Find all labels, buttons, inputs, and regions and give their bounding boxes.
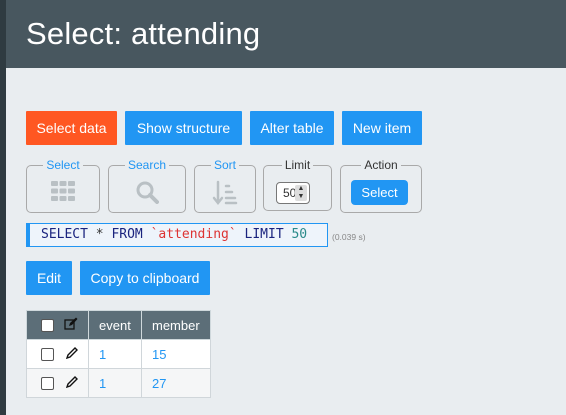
sql-text: * [87, 227, 112, 242]
edit-button[interactable]: Edit [26, 261, 72, 295]
select-columns-fieldset[interactable]: Select [26, 158, 100, 213]
action-legend: Action [361, 158, 401, 172]
limit-input[interactable]: 50 ▲ ▼ [276, 182, 310, 204]
sql-keyword: FROM [111, 227, 143, 242]
header-checkbox-cell [26, 310, 89, 340]
new-item-button[interactable]: New item [342, 111, 422, 145]
sql-number: 50 [291, 227, 308, 242]
select-all-checkbox[interactable] [41, 318, 54, 332]
edit-pencil-icon[interactable] [65, 376, 78, 391]
page-title: Select: attending [26, 16, 261, 51]
action-fieldset: Action Select [340, 158, 422, 213]
table-row: 1 27 [26, 368, 211, 398]
sql-keyword: LIMIT [244, 227, 284, 242]
cell-event[interactable]: 1 [88, 368, 142, 398]
show-structure-button[interactable]: Show structure [125, 111, 242, 145]
action-select-button[interactable]: Select [351, 180, 408, 205]
limit-stepper[interactable]: ▲ ▼ [295, 185, 307, 201]
cell-member-link[interactable]: 27 [152, 376, 166, 391]
sort-legend[interactable]: Sort [210, 158, 239, 172]
cell-event-link[interactable]: 1 [99, 347, 106, 362]
sort-fieldset[interactable]: Sort [194, 158, 256, 213]
search-fieldset[interactable]: Search [108, 158, 186, 213]
edit-pencil-icon[interactable] [63, 317, 78, 334]
column-header-member[interactable]: member [141, 310, 211, 340]
cell-event-link[interactable]: 1 [99, 376, 106, 391]
sort-icon [195, 180, 255, 211]
sql-table-name: `attending` [150, 227, 237, 242]
results-table: event member 1 15 1 27 [26, 310, 211, 398]
search-legend[interactable]: Search [124, 158, 170, 172]
column-header-event[interactable]: event [88, 310, 142, 340]
select-data-button[interactable]: Select data [26, 111, 117, 145]
alter-table-button[interactable]: Alter table [250, 111, 334, 145]
cell-member-link[interactable]: 15 [152, 347, 166, 362]
edit-pencil-icon[interactable] [65, 347, 78, 362]
copy-to-clipboard-button[interactable]: Copy to clipboard [80, 261, 210, 295]
limit-legend: Limit [281, 158, 314, 172]
header-bar: Select: attending [0, 0, 566, 68]
select-legend[interactable]: Select [43, 158, 83, 172]
cell-member[interactable]: 15 [141, 339, 211, 369]
cell-member[interactable]: 27 [141, 368, 211, 398]
row-checkbox[interactable] [41, 377, 54, 391]
limit-fieldset: Limit 50 ▲ ▼ [263, 158, 332, 211]
search-icon [109, 180, 185, 209]
row-checkbox[interactable] [41, 348, 54, 362]
sql-keyword: SELECT [41, 227, 88, 242]
table-row: 1 15 [26, 339, 211, 369]
query-time: (0.039 s) [332, 232, 366, 242]
row-checkbox-cell [26, 368, 89, 398]
grid-icon [27, 180, 99, 207]
row-checkbox-cell [26, 339, 89, 369]
cell-event[interactable]: 1 [88, 339, 142, 369]
table-header-row: event member [26, 310, 211, 340]
sql-query[interactable]: SELECT * FROM `attending` LIMIT 50 [26, 223, 328, 247]
